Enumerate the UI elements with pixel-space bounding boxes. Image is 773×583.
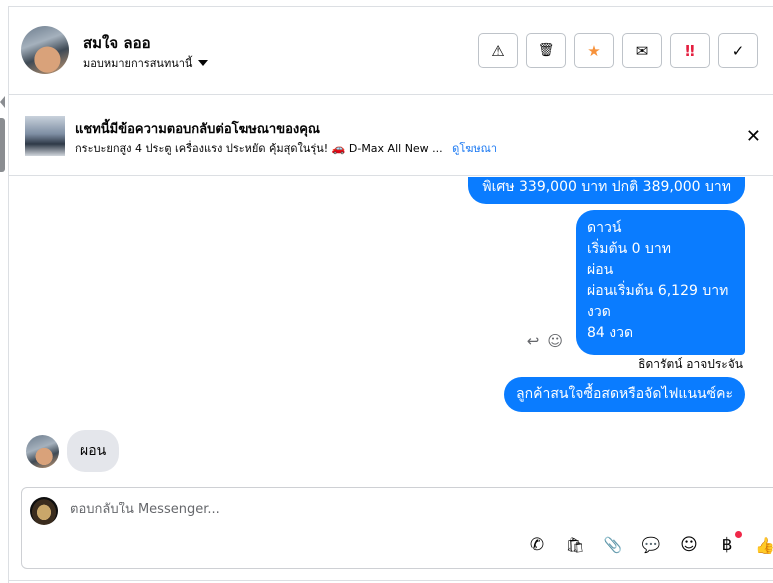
ad-banner-subtitle: กระบะยกสูง 4 ประตู เครื่องแรง ประหยัด คุ…	[75, 139, 497, 157]
star-button[interactable]: ★	[574, 33, 614, 68]
attach-icon[interactable]: 📎	[603, 535, 623, 555]
warning-icon: ⚠	[491, 41, 505, 60]
avatar[interactable]	[26, 435, 59, 468]
outgoing-message[interactable]: พิเศษ 339,000 บาท ปกติ 389,000 บาท	[468, 177, 745, 204]
conversation-panel: สมใจ ลออ มอบหมายการสนทนานี้ ⚠ 🗑 ★ ✉ ‼ ✓ …	[0, 0, 773, 583]
priority-button[interactable]: ‼	[670, 33, 710, 68]
conversation-header: สมใจ ลออ มอบหมายการสนทนานี้ ⚠ 🗑 ★ ✉ ‼ ✓	[9, 7, 773, 95]
ad-reply-banner: แชทนี้มีข้อความตอบกลับต่อโฆษณาของคุณ กระ…	[9, 96, 773, 176]
call-icon[interactable]: ✆	[527, 535, 547, 555]
divider	[9, 580, 773, 581]
star-icon: ★	[587, 41, 601, 60]
outgoing-message[interactable]: ลูกค้าสนใจซื้อสดหรือจัดไฟแนนซ์คะ	[504, 377, 745, 412]
ad-description: กระบะยกสูง 4 ประตู เครื่องแรง ประหยัด คุ…	[75, 142, 443, 155]
ad-banner-title: แชทนี้มีข้อความตอบกลับต่อโฆษณาของคุณ	[75, 122, 320, 137]
delete-button[interactable]: 🗑	[526, 33, 566, 68]
avatar[interactable]	[21, 26, 69, 74]
check-icon: ✓	[731, 41, 745, 60]
scrollbar-thumb[interactable]	[0, 118, 5, 172]
baht-icon: ฿	[721, 535, 733, 555]
envelope-icon: ✉	[635, 41, 649, 60]
composer-toolbar: ✆ 🛍 📎 💬 ☺ ฿ 👍	[527, 531, 773, 555]
outgoing-message[interactable]: ดาวน์ เริ่มต้น 0 บาท ผ่อน ผ่อนเริ่มต้น 6…	[576, 210, 745, 355]
message-composer: ✆ 🛍 📎 💬 ☺ ฿ 👍	[21, 487, 773, 569]
reply-icon[interactable]: ↩	[527, 332, 540, 350]
contact-name[interactable]: สมใจ ลออ	[83, 31, 151, 55]
ad-thumbnail[interactable]	[25, 116, 65, 156]
shop-icon[interactable]: 🛍	[565, 535, 585, 555]
page-avatar	[30, 497, 58, 525]
react-icon[interactable]: ☺	[547, 332, 563, 350]
baht-icon-wrapper[interactable]: ฿	[717, 531, 742, 555]
emoji-icon[interactable]: ☺	[679, 535, 699, 555]
incoming-message[interactable]: ผอน	[67, 430, 120, 472]
header-actions: ⚠ 🗑 ★ ✉ ‼ ✓	[478, 33, 758, 68]
message-list[interactable]: พิเศษ 339,000 บาท ปกติ 389,000 บาท ↩ ☺ ด…	[9, 177, 773, 485]
sender-name: ธิดารัตน์ อาจประจัน	[638, 357, 743, 371]
saved-reply-icon[interactable]: 💬	[641, 535, 661, 555]
like-icon[interactable]: 👍	[755, 535, 773, 555]
double-exclamation-icon: ‼	[685, 41, 695, 60]
view-ad-link[interactable]: ดูโฆษณา	[452, 142, 497, 155]
mail-button[interactable]: ✉	[622, 33, 662, 68]
scroll-arrow-icon[interactable]	[0, 96, 5, 108]
message-actions: ↩ ☺	[527, 332, 563, 350]
reply-input[interactable]	[70, 502, 670, 517]
notification-dot	[735, 531, 742, 538]
close-icon[interactable]: ✕	[746, 126, 761, 147]
assign-label: มอบหมายการสนทนานี้	[83, 57, 193, 70]
report-button[interactable]: ⚠	[478, 33, 518, 68]
assign-conversation-dropdown[interactable]: มอบหมายการสนทนานี้	[83, 54, 209, 72]
trash-icon: 🗑	[537, 43, 555, 58]
done-button[interactable]: ✓	[718, 33, 758, 68]
caret-down-icon	[198, 60, 209, 66]
